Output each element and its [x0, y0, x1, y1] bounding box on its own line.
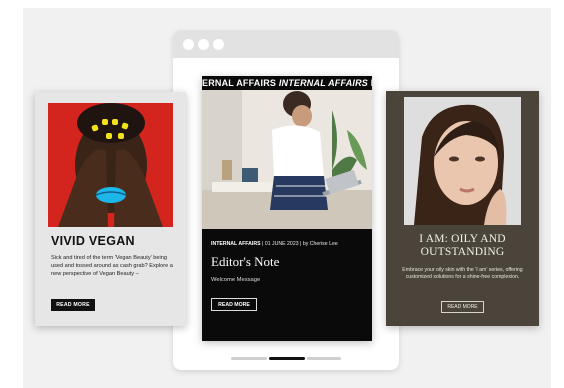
- card-subtitle: Welcome Message: [211, 277, 261, 283]
- card-title: VIVID VEGAN: [51, 234, 135, 248]
- card-description: Embrace your oily skin with the 'I am' s…: [402, 267, 523, 281]
- article-date: 01 JUNE 2023: [264, 241, 299, 247]
- card-title: I AM: OILY AND OUTSTANDING: [419, 233, 506, 258]
- meta-separator: |: [300, 241, 302, 247]
- oily-outstanding-photo: [404, 97, 521, 225]
- browser-title-bar: [173, 30, 399, 58]
- article-author: by Cherise Lee: [302, 241, 338, 247]
- article-card-vivid-vegan[interactable]: VIVID VEGAN Sick and tired of the term '…: [35, 92, 186, 326]
- editors-note-photo: [202, 90, 372, 229]
- meta-separator: |: [262, 241, 264, 247]
- pager-dot-2-active[interactable]: [269, 357, 305, 360]
- article-category[interactable]: INTERNAL AFFAIRS: [211, 241, 261, 247]
- window-dot-icon[interactable]: [213, 39, 224, 50]
- article-card-oily-outstanding[interactable]: I AM: OILY AND OUTSTANDING Embrace your …: [386, 91, 539, 326]
- read-more-button[interactable]: READ MORE: [211, 298, 257, 311]
- card-description: Sick and tired of the term 'Vegan Beauty…: [51, 255, 173, 278]
- window-dot-icon[interactable]: [198, 39, 209, 50]
- marquee-text: ERNAL AFFAIRS: [202, 78, 277, 88]
- marquee-banner: ERNAL AFFAIRS INTERNAL AFFAIRS I: [202, 76, 372, 90]
- read-more-button[interactable]: READ MORE: [441, 301, 484, 313]
- pager-dot-3[interactable]: [307, 357, 341, 360]
- pager-dot-1[interactable]: [231, 357, 267, 360]
- marquee-text: I: [371, 78, 372, 88]
- article-card-editors-note[interactable]: ERNAL AFFAIRS INTERNAL AFFAIRS I INTERNA…: [202, 76, 372, 341]
- carousel-pager: [231, 357, 341, 361]
- marquee-text: INTERNAL AFFAIRS: [278, 78, 369, 88]
- article-meta: INTERNAL AFFAIRS | 01 JUNE 2023 | by Che…: [211, 241, 369, 247]
- window-dot-icon[interactable]: [183, 39, 194, 50]
- read-more-button[interactable]: READ MORE: [51, 299, 95, 311]
- card-title: Editor's Note: [211, 254, 280, 269]
- vivid-vegan-photo: [48, 103, 173, 227]
